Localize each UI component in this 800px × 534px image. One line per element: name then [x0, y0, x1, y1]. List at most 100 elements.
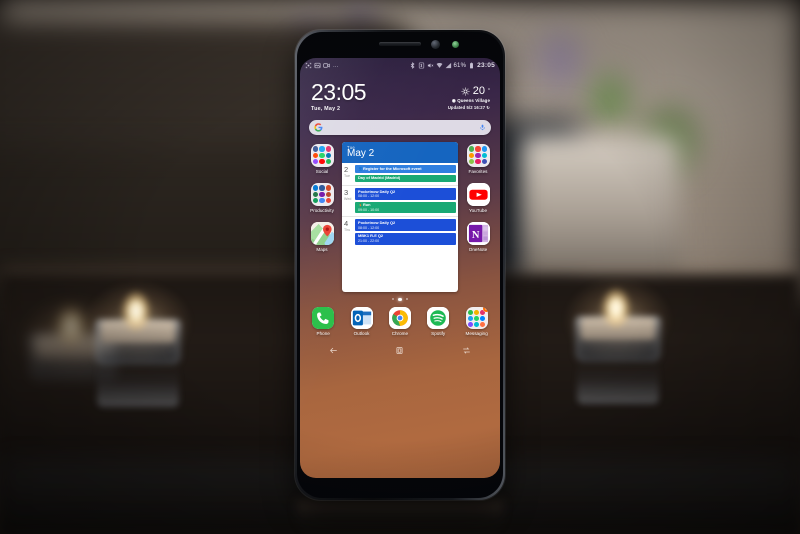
dock-app-label: Messaging — [465, 331, 488, 337]
calendar-day-row[interactable]: 3 Wed Pocketnow Daily Q2 08:00 - 12:00 🏃… — [342, 185, 458, 216]
phone-top-bezel — [297, 32, 503, 58]
calendar-day-weekday: Wed — [344, 196, 352, 201]
onenote-icon[interactable]: N — [466, 221, 490, 245]
calendar-header-dow: Tue — [347, 144, 355, 150]
app-youtube[interactable]: YouTube — [460, 182, 496, 213]
right-app-column: Favorites YouTube N OneNote — [460, 142, 496, 252]
calendar-day-number-cell: 4 Thu — [342, 217, 355, 247]
calendar-day-events: 👤Register for the Microsoft event Day of… — [355, 163, 458, 185]
nfc-icon — [418, 62, 424, 69]
calendar-day-row[interactable]: 4 Thu Pocketnow Daily Q2 08:00 - 12:00 M… — [342, 216, 458, 247]
folder-label: Favorites — [468, 168, 488, 174]
calendar-event[interactable]: Pocketnow Daily Q2 08:00 - 12:00 — [355, 188, 456, 201]
google-g-logo — [314, 123, 323, 132]
social-folder-icon[interactable] — [310, 143, 334, 167]
svg-text:N: N — [471, 230, 479, 241]
app-onenote[interactable]: N OneNote — [460, 221, 496, 252]
gallery-icon — [314, 62, 321, 69]
calendar-event-time: 08:00 - 12:00 — [358, 194, 380, 199]
favorites-folder-icon[interactable] — [466, 143, 490, 167]
calendar-day-weekday: Thu — [344, 227, 351, 232]
status-clock: 23:05 — [477, 62, 495, 69]
refresh-icon[interactable]: ↻ — [486, 105, 490, 110]
calendar-body: 2 Tue 👤Register for the Microsoft event … — [342, 163, 458, 248]
productivity-folder-icon[interactable] — [310, 182, 334, 206]
wifi-icon — [436, 63, 442, 68]
weather-widget[interactable]: 20 ° ◉ Queens Village Updated 5/2 16:27 … — [448, 82, 490, 110]
candle-right — [543, 260, 745, 412]
calendar-day-number: 3 — [344, 188, 349, 198]
phone-icon[interactable] — [312, 307, 335, 330]
microphone-icon[interactable] — [479, 123, 486, 132]
folder-label: Productivity — [310, 207, 334, 213]
app-label: YouTube — [468, 207, 488, 213]
dock-app-chrome[interactable]: Chrome — [388, 307, 411, 336]
dock-app-label: Outlook — [353, 331, 370, 337]
calendar-day-weekday: Tue — [344, 173, 351, 178]
calendar-day-events: Pocketnow Daily Q2 08:00 - 12:00 MBK1 R-… — [355, 217, 458, 247]
dock-app-label: Spotify — [431, 331, 446, 337]
app-maps[interactable]: Maps — [304, 221, 340, 252]
clock-widget[interactable]: 23:05 Tue, May 2 — [311, 79, 367, 112]
navigation-bar — [300, 340, 500, 360]
calendar-day-events: Pocketnow Daily Q2 08:00 - 12:00 🏃Run 09… — [355, 186, 458, 216]
google-maps-icon[interactable] — [310, 221, 334, 245]
home-icon[interactable] — [395, 346, 404, 355]
candle-left — [63, 263, 265, 415]
dock-app-spotify[interactable]: Spotify — [427, 307, 450, 337]
calendar-day-row[interactable]: 2 Tue 👤Register for the Microsoft event … — [342, 163, 458, 185]
dock-app-outlook[interactable]: Outlook — [350, 307, 373, 337]
clock-date: Tue, May 2 — [311, 105, 341, 112]
calendar-event[interactable]: Pocketnow Daily Q2 08:00 - 12:00 — [355, 219, 456, 232]
sound-mute-icon — [427, 63, 433, 68]
dock-folder-messaging[interactable]: 4 Messaging — [466, 307, 488, 336]
calendar-event-time: 21:00 - 22:00 — [358, 238, 380, 243]
clock-time: 23:05 — [311, 79, 367, 105]
recents-icon[interactable] — [462, 346, 471, 355]
earpiece-speaker — [379, 42, 421, 46]
battery-percent: 61% — [453, 62, 467, 69]
weather-degree-symbol: ° — [488, 88, 490, 94]
phone-reflection — [297, 500, 503, 534]
calendar-widget[interactable]: Tue May 2 2 Tue 👤Register for the Micros… — [342, 141, 458, 292]
smartphone: ... 61% 23:05 23:05 Tue, May 2 20 ° ◉ Qu… — [295, 30, 505, 500]
messaging-folder-icon[interactable]: 4 — [465, 307, 488, 330]
dock-app-label: Phone — [316, 331, 330, 337]
outlook-icon[interactable] — [350, 307, 373, 330]
weather-location: Queens Village — [457, 98, 490, 103]
photo-scene: ... 61% 23:05 23:05 Tue, May 2 20 ° ◉ Qu… — [0, 0, 800, 534]
dock-app-phone[interactable]: Phone — [312, 307, 335, 337]
weather-temperature: 20 — [472, 85, 485, 97]
page-dot[interactable] — [405, 297, 409, 301]
bluetooth-icon — [410, 62, 414, 69]
app-label: OneNote — [468, 246, 488, 252]
screenshot-icon — [305, 62, 312, 69]
folder-social[interactable]: Social — [304, 143, 340, 174]
calendar-day-number-cell: 2 Tue — [342, 163, 355, 185]
calendar-event[interactable]: 👤Register for the Microsoft event — [355, 165, 456, 174]
calendar-event-time: 08:00 - 12:00 — [358, 225, 380, 230]
calendar-event-title: Day of Madrid (Madrid) — [358, 176, 401, 181]
screen-recorder-icon — [323, 63, 330, 68]
calendar-event[interactable]: 🏃Run 09:00 - 10:00 — [355, 201, 456, 214]
phone-screen[interactable]: ... 61% 23:05 23:05 Tue, May 2 20 ° ◉ Qu… — [300, 58, 500, 478]
iris-scanner — [452, 41, 459, 48]
back-icon[interactable] — [329, 346, 338, 355]
google-search-bar[interactable] — [309, 119, 491, 135]
dock: Phone Outlook Chrome Spotify 4 Messaging — [300, 301, 500, 336]
status-bar: ... 61% 23:05 — [300, 58, 500, 73]
folder-favorites[interactable]: Favorites — [460, 143, 496, 174]
calendar-event[interactable]: MBK1 R-E Q2 21:00 - 22:00 — [355, 232, 456, 245]
sun-icon — [461, 87, 470, 95]
folder-label: Social — [315, 168, 329, 174]
chrome-icon[interactable] — [388, 307, 411, 330]
spotify-icon[interactable] — [427, 307, 450, 330]
calendar-event[interactable]: Day of Madrid (Madrid) — [355, 174, 456, 183]
folder-productivity[interactable]: Productivity — [304, 182, 340, 213]
page-dot[interactable] — [391, 297, 395, 301]
status-overflow: ... — [333, 62, 339, 69]
youtube-icon[interactable] — [466, 182, 490, 206]
clock-weather-widget[interactable]: 23:05 Tue, May 2 20 ° ◉ Queens Village U… — [300, 73, 500, 112]
front-camera — [431, 40, 440, 49]
calendar-day-number: 4 — [344, 219, 349, 229]
